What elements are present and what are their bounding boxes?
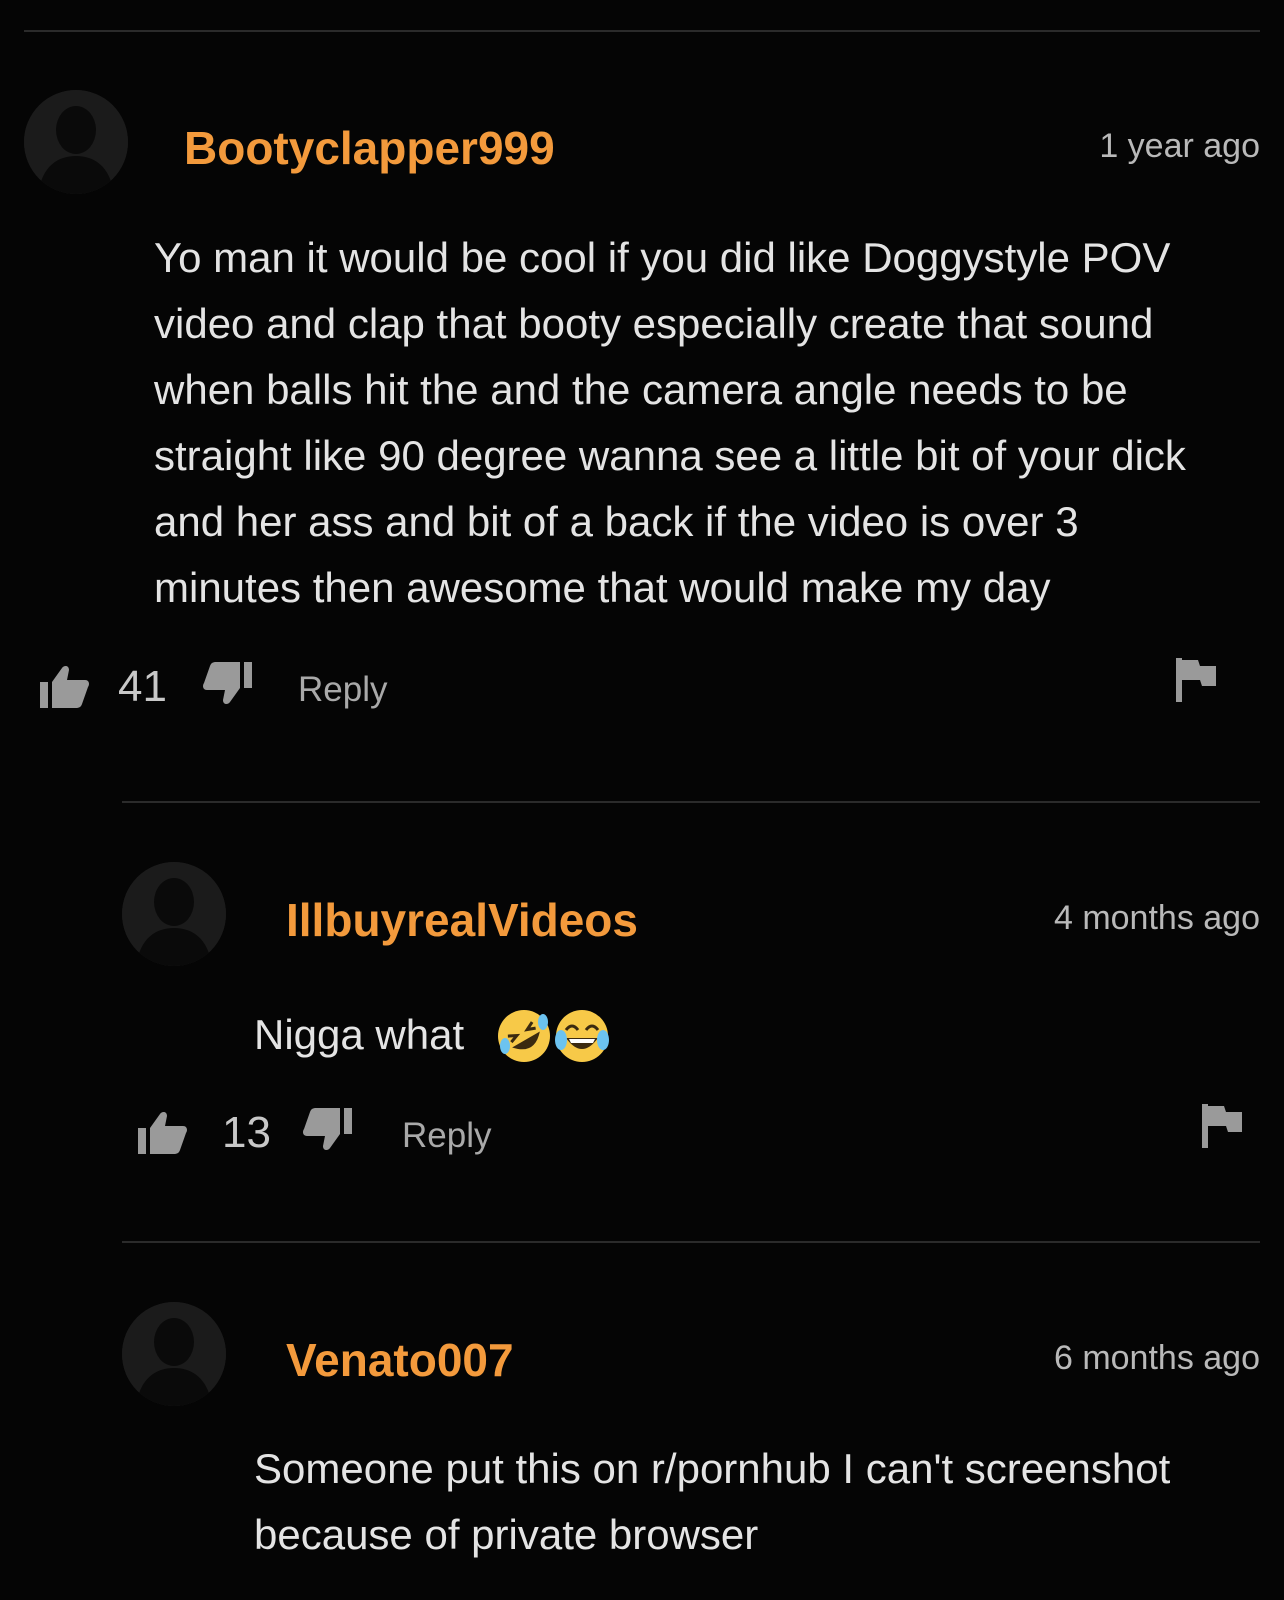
comment-3: Venato007 6 months ago Someone put this … bbox=[122, 1302, 1260, 1592]
avatar[interactable] bbox=[122, 862, 226, 966]
timestamp: 6 months ago bbox=[1053, 1339, 1260, 1377]
thumbs-down-icon[interactable] bbox=[202, 662, 252, 706]
flag-icon[interactable] bbox=[1176, 658, 1216, 702]
comment-actions: 13 Reply bbox=[122, 1104, 1260, 1164]
username[interactable]: Venato007 bbox=[286, 1334, 514, 1386]
avatar[interactable] bbox=[122, 1302, 226, 1406]
flag-icon[interactable] bbox=[1202, 1104, 1242, 1148]
thumbs-down-icon[interactable] bbox=[302, 1108, 352, 1152]
comment-text: Yo man it would be cool if you did like … bbox=[154, 234, 1186, 611]
like-count: 13 bbox=[222, 1108, 271, 1157]
comment-1: Bootyclapper999 1 year ago Yo man it wou… bbox=[24, 90, 1260, 730]
thumbs-up-icon[interactable] bbox=[138, 1110, 188, 1154]
reply-divider-2 bbox=[122, 1241, 1260, 1243]
thumbs-up-icon[interactable] bbox=[40, 664, 90, 708]
rolling-on-floor-laughing-emoji bbox=[498, 1010, 550, 1062]
reply-button[interactable]: Reply bbox=[402, 1114, 491, 1158]
comment-text: Someone put this on r/pornhub I can't sc… bbox=[254, 1445, 1171, 1558]
reply-divider-1 bbox=[122, 801, 1260, 803]
user-silhouette-icon bbox=[24, 90, 128, 194]
comment-2: IllbuyrealVideos 4 months ago Nigga what… bbox=[122, 862, 1260, 1162]
like-count: 41 bbox=[118, 662, 167, 711]
username[interactable]: IllbuyrealVideos bbox=[286, 894, 638, 946]
comment-text: Nigga what bbox=[254, 1011, 465, 1058]
top-divider bbox=[24, 30, 1260, 32]
timestamp: 1 year ago bbox=[1099, 127, 1260, 165]
tears-of-joy-emoji bbox=[555, 1010, 609, 1062]
timestamp: 4 months ago bbox=[1053, 899, 1260, 937]
user-silhouette-icon bbox=[122, 862, 226, 966]
username[interactable]: Bootyclapper999 bbox=[184, 122, 555, 174]
comment-actions: 41 Reply bbox=[24, 658, 1260, 718]
user-silhouette-icon bbox=[122, 1302, 226, 1406]
reply-button[interactable]: Reply bbox=[298, 668, 387, 712]
avatar[interactable] bbox=[24, 90, 128, 194]
